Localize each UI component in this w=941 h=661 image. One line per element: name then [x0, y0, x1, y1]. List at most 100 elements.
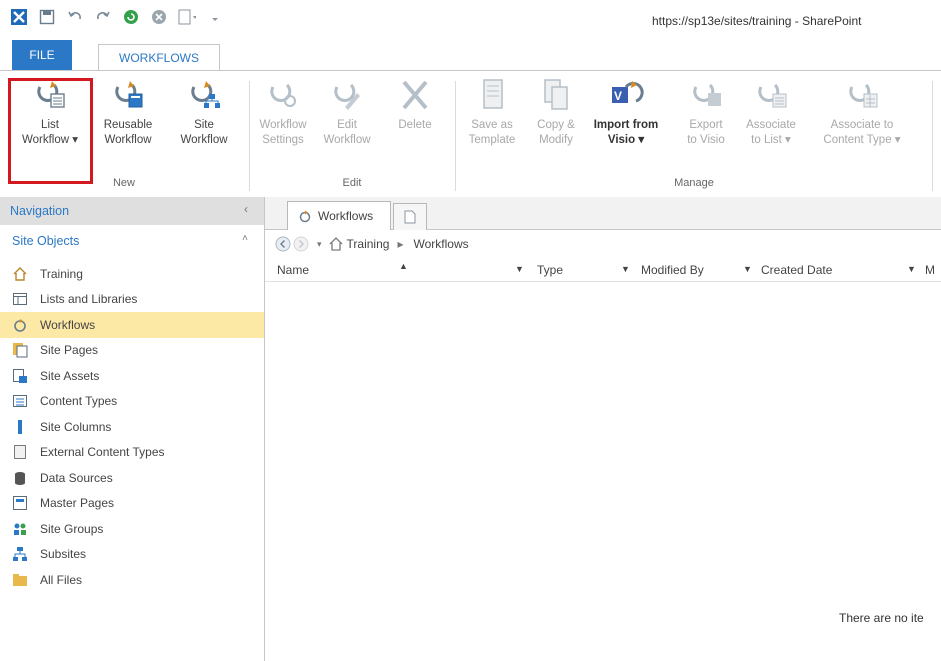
refresh-icon[interactable]	[122, 8, 140, 26]
filter-dropdown-icon[interactable]: ▼	[743, 264, 752, 274]
filter-dropdown-icon[interactable]: ▼	[621, 264, 630, 274]
ribbon-divider	[932, 81, 933, 191]
sidebar-item-site-assets[interactable]: Site Assets	[0, 363, 264, 389]
sidebar-item-training[interactable]: Training	[0, 261, 264, 287]
workflow-settings-button[interactable]: Workflow Settings	[252, 77, 314, 148]
column-created-date[interactable]: Created Date	[761, 263, 832, 277]
navigation-header: Navigation ‹	[0, 197, 264, 225]
undo-icon[interactable]	[66, 8, 84, 26]
document-tab-label: Workflows	[318, 209, 374, 223]
sidebar-item-label: Site Columns	[40, 419, 112, 434]
reusable-workflow-label-1: Reusable	[103, 119, 153, 131]
import-from-visio-button[interactable]: V Import from Visio ▾	[588, 77, 664, 148]
breadcrumb-separator: ▸	[397, 237, 404, 251]
ribbon-group-manage: Save as Template Copy & Modify V Import …	[456, 71, 932, 195]
workflow-settings-icon	[270, 83, 296, 107]
svg-text:V: V	[614, 89, 622, 103]
export-visio-label-1: Export	[689, 119, 723, 131]
delete-icon	[402, 80, 428, 110]
sidebar-item-external-content-types[interactable]: External Content Types	[0, 440, 264, 466]
associate-ct-label-2: Content Type ▾	[823, 134, 901, 146]
ribbon-tabs: FILE WORKFLOWS	[0, 40, 941, 71]
reusable-workflow-icon	[115, 81, 143, 108]
sidebar-item-workflows[interactable]: Workflows	[0, 312, 264, 338]
sidebar-item-subsites[interactable]: Subsites	[0, 542, 264, 568]
sidebar-item-master-pages[interactable]: Master Pages	[0, 491, 264, 517]
title-bar: https://sp13e/sites/training - SharePoin…	[0, 0, 941, 40]
reusable-workflow-button[interactable]: Reusable Workflow	[92, 77, 164, 148]
tab-file[interactable]: FILE	[12, 40, 72, 70]
workflow-settings-label-2: Settings	[262, 134, 304, 146]
associate-to-list-button[interactable]: Associate to List ▾	[738, 77, 804, 148]
master-pages-icon	[12, 495, 28, 511]
database-icon	[12, 470, 28, 486]
delete-label: Delete	[398, 119, 432, 131]
sidebar-item-label: Training	[40, 266, 83, 281]
sidebar-item-label: Subsites	[40, 547, 87, 562]
collapse-pane-icon[interactable]: ‹	[244, 202, 248, 216]
associate-list-label-2: to List ▾	[751, 134, 791, 146]
edit-workflow-label-2: Workflow	[323, 134, 371, 146]
edit-workflow-icon	[334, 83, 360, 110]
sidebar-item-content-types[interactable]: Content Types	[0, 389, 264, 415]
external-icon	[12, 444, 28, 460]
history-dropdown-icon[interactable]: ▾	[317, 239, 322, 250]
new-tab-button[interactable]	[393, 203, 427, 230]
forward-icon[interactable]	[293, 236, 309, 252]
sidebar-item-lists-and-libraries[interactable]: Lists and Libraries	[0, 287, 264, 313]
save-icon[interactable]	[38, 8, 56, 26]
site-workflow-label-1: Site	[194, 119, 214, 131]
sidebar-item-label: Content Types	[40, 394, 118, 409]
sidebar-item-label: Site Assets	[40, 368, 100, 383]
save-as-template-button[interactable]: Save as Template	[462, 77, 522, 148]
workflow-settings-label-1: Workflow	[259, 119, 307, 131]
copy-modify-button[interactable]: Copy & Modify	[526, 77, 586, 148]
tab-workflows-document[interactable]: Workflows	[287, 201, 391, 230]
list-icon	[12, 291, 28, 307]
sidebar-item-site-groups[interactable]: Site Groups	[0, 516, 264, 542]
chevron-up-icon[interactable]: ˄	[242, 233, 248, 244]
filter-dropdown-icon[interactable]: ▼	[515, 264, 524, 274]
column-m[interactable]: M	[925, 263, 935, 277]
folder-icon	[12, 572, 28, 588]
sharepoint-designer-icon[interactable]	[10, 8, 28, 26]
export-to-visio-button[interactable]: Export to Visio	[676, 77, 736, 148]
filter-dropdown-icon[interactable]: ▼	[907, 264, 916, 274]
sidebar-item-label: Workflows	[40, 317, 96, 332]
site-workflow-button[interactable]: Site Workflow	[166, 77, 242, 148]
preview-icon[interactable]	[178, 8, 196, 26]
customize-qat-icon[interactable]	[206, 8, 224, 26]
associate-list-label-1: Associate	[746, 119, 796, 131]
tab-workflows[interactable]: WORKFLOWS	[98, 44, 220, 71]
highlight-box	[8, 78, 93, 184]
column-name[interactable]: Name	[277, 263, 309, 277]
back-icon[interactable]	[275, 236, 291, 252]
site-objects-title: Site Objects	[12, 234, 80, 248]
site-workflow-icon	[191, 81, 220, 108]
sidebar-item-site-columns[interactable]: Site Columns	[0, 414, 264, 440]
sidebar-item-site-pages[interactable]: Site Pages	[0, 338, 264, 364]
sidebar-item-all-files[interactable]: All Files	[0, 567, 264, 593]
window-title-url: https://sp13e/sites/training - SharePoin…	[652, 14, 862, 28]
sidebar-item-label: Site Groups	[40, 521, 104, 536]
breadcrumb-training[interactable]: Training	[347, 237, 390, 251]
stop-icon[interactable]	[150, 8, 168, 26]
associate-ct-label-1: Associate to	[830, 119, 894, 131]
workflow-icon	[299, 210, 311, 223]
group-label-manage: Manage	[674, 177, 714, 189]
copy-modify-label-1: Copy &	[537, 119, 575, 131]
sort-ascending-icon: ▲	[399, 261, 408, 271]
template-icon	[483, 79, 503, 109]
redo-icon[interactable]	[94, 8, 112, 26]
site-objects-header[interactable]: Site Objects ˄	[0, 231, 264, 251]
delete-button[interactable]: Delete	[384, 77, 446, 133]
new-tab-icon	[404, 210, 416, 224]
associate-to-content-type-button[interactable]: Associate to Content Type ▾	[812, 77, 912, 148]
home-icon	[329, 237, 342, 251]
sidebar-item-data-sources[interactable]: Data Sources	[0, 465, 264, 491]
edit-workflow-button[interactable]: Edit Workflow	[316, 77, 378, 148]
assets-icon	[12, 368, 28, 384]
breadcrumb-workflows[interactable]: Workflows	[413, 237, 468, 251]
column-modified-by[interactable]: Modified By	[641, 263, 704, 277]
column-type[interactable]: Type	[537, 263, 563, 277]
